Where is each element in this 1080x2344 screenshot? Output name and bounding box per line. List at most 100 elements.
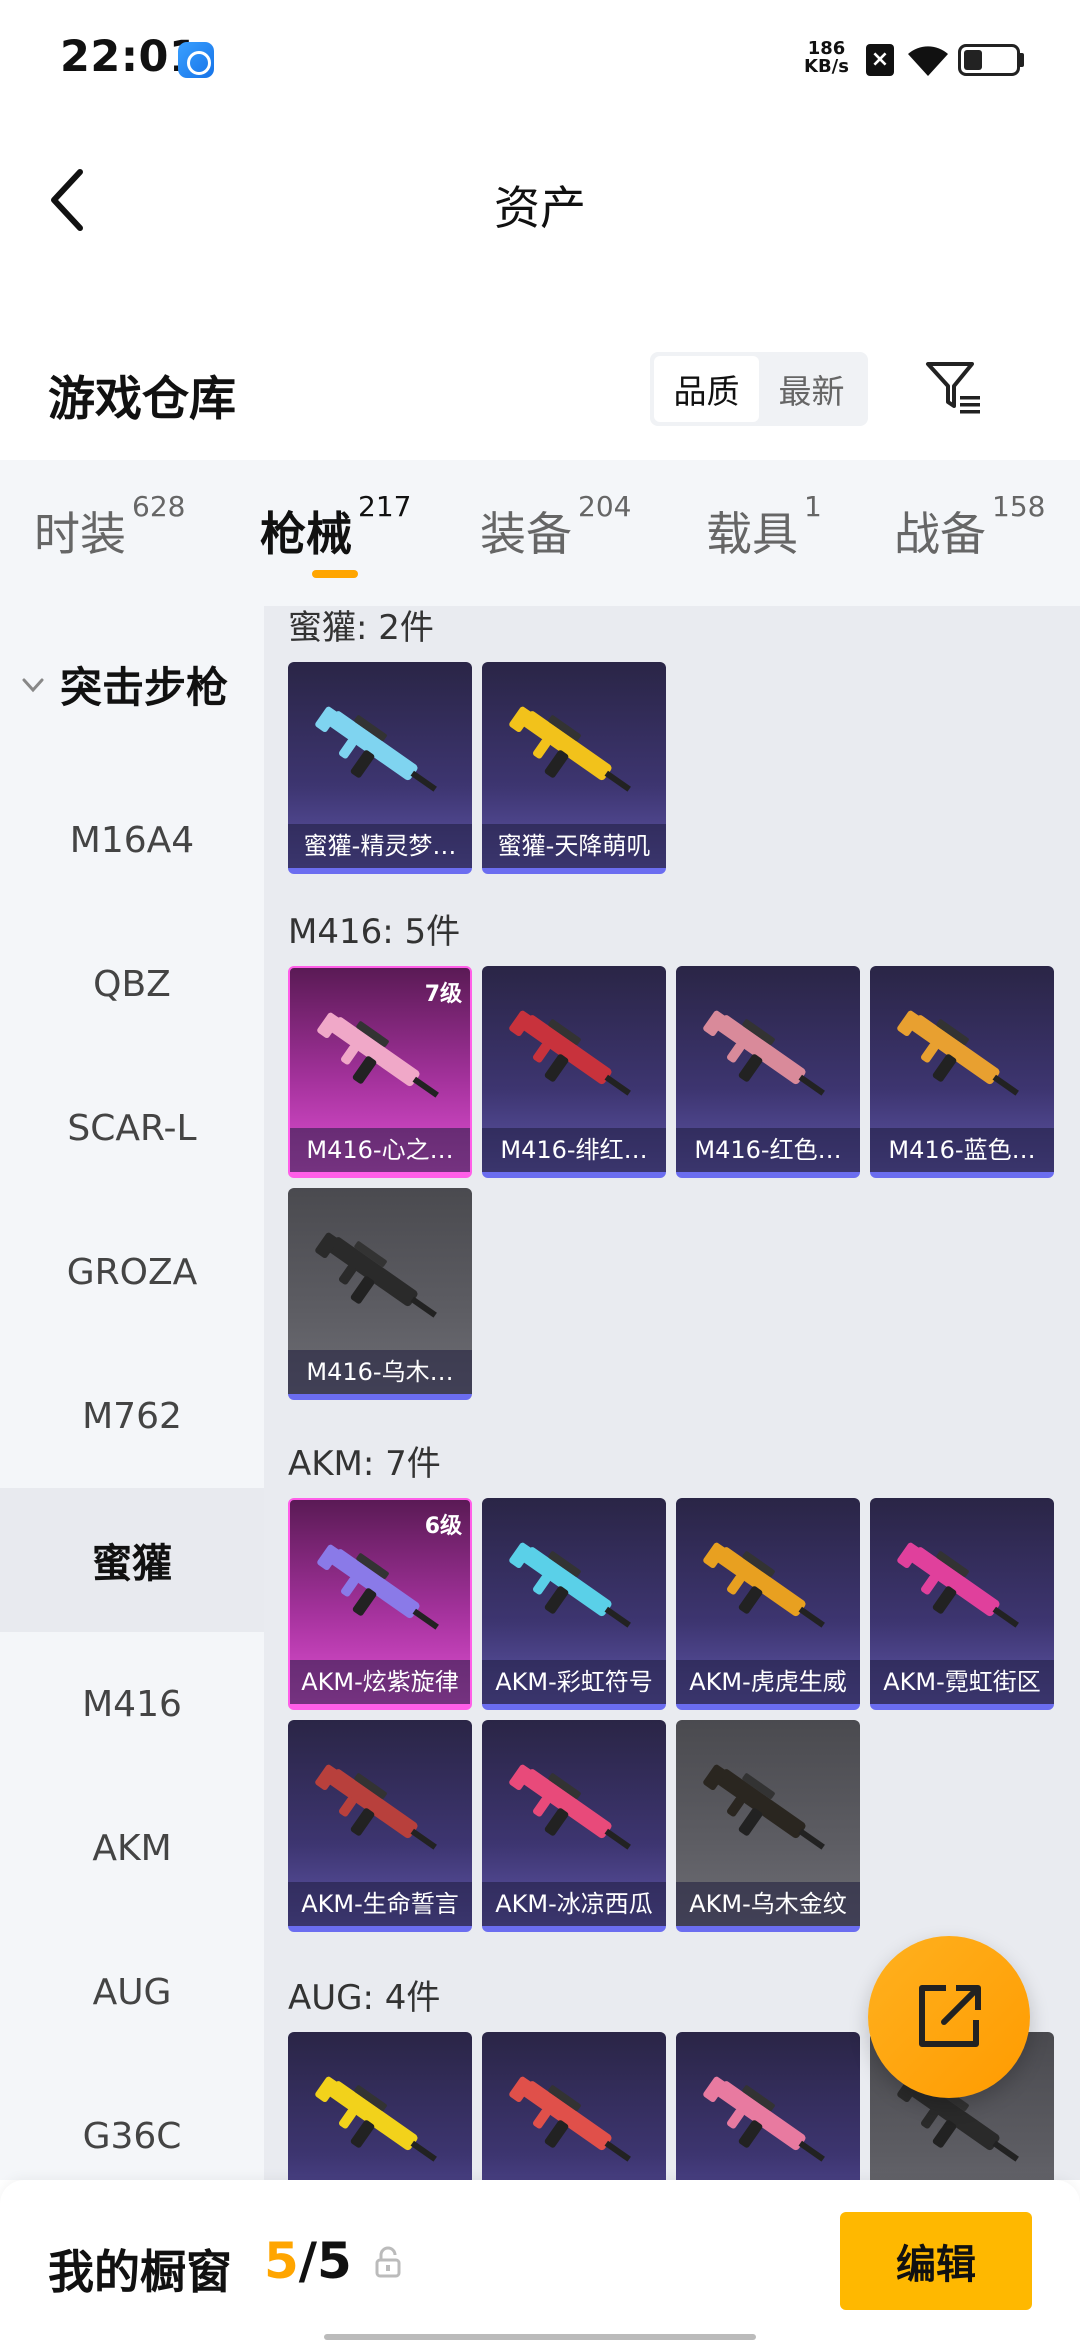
weapon-name: M416-心之…: [290, 1128, 470, 1172]
weapon-name: 蜜獾-天降萌叽: [482, 824, 666, 868]
weapon-level-badge: 7级: [424, 982, 462, 1007]
weapon-card[interactable]: M416-蓝色…: [870, 966, 1054, 1178]
weapon-name: M416-乌木…: [288, 1350, 472, 1394]
page-title: 资产: [494, 181, 586, 235]
group-title: AKM: 7件: [288, 1444, 441, 1484]
weapon-name: AKM-彩虹符号: [482, 1660, 666, 1704]
showcase-label: 我的橱窗: [48, 2245, 232, 2299]
rifle-icon: [703, 1764, 825, 1850]
rifle-icon: [315, 2076, 437, 2162]
active-tab-indicator: [312, 570, 358, 578]
showcase-count: 5/5: [264, 2232, 352, 2290]
network-speed: 186 KB/s: [804, 40, 849, 76]
sort-quality-button[interactable]: 品质: [654, 356, 759, 422]
tab-tactical-count: 158: [992, 490, 1046, 523]
warehouse-header: 游戏仓库 品质 最新: [0, 330, 1080, 460]
app-notification-icon: [178, 42, 214, 78]
sort-newest-button[interactable]: 最新: [759, 356, 864, 422]
rifle-icon: [315, 1232, 437, 1318]
weapon-card[interactable]: M416-绯红…: [482, 966, 666, 1178]
weapon-card[interactable]: AKM-冰凉西瓜: [482, 1720, 666, 1932]
weapon-name: AKM-霓虹街区: [870, 1660, 1054, 1704]
sidebar-group-assault-rifles[interactable]: 突击步枪: [20, 654, 228, 715]
bottom-bar: 我的橱窗 5/5 编辑: [0, 2180, 1080, 2344]
weapon-card[interactable]: AKM-彩虹符号: [482, 1498, 666, 1710]
weapon-card[interactable]: AKM-生命誓言: [288, 1720, 472, 1932]
sidebar-item[interactable]: AUG: [0, 1920, 264, 2064]
weapon-name: M416-红色…: [676, 1128, 860, 1172]
sidebar-item[interactable]: M16A4: [0, 768, 264, 912]
battery-icon: [958, 44, 1020, 76]
category-tabs: 时装628 枪械217 装备204 载具1 战备158: [0, 460, 1080, 606]
weapon-card[interactable]: 蜜獾-天降萌叽: [482, 662, 666, 874]
weapon-name: AKM-虎虎生威: [676, 1660, 860, 1704]
weapon-card[interactable]: 7级 M416-心之…: [288, 966, 472, 1178]
share-fab[interactable]: [868, 1936, 1030, 2098]
sidebar-item[interactable]: M416: [0, 1632, 264, 1776]
sidebar-item[interactable]: GROZA: [0, 1200, 264, 1344]
weapon-name: AKM-冰凉西瓜: [482, 1882, 666, 1926]
wifi-icon: [908, 46, 948, 76]
weapon-card[interactable]: AKM-霓虹街区: [870, 1498, 1054, 1710]
weapon-name: M416-蓝色…: [870, 1128, 1054, 1172]
weapon-type-sidebar: 突击步枪 M16A4 QBZ SCAR-L GROZA M762 蜜獾 M416 AKM AUG…: [0, 606, 264, 2180]
rifle-icon: [509, 706, 631, 792]
weapon-card[interactable]: AKM-虎虎生威: [676, 1498, 860, 1710]
weapon-name: AKM-生命誓言: [288, 1882, 472, 1926]
tab-vehicles-count: 1: [804, 490, 822, 523]
sidebar-item[interactable]: M762: [0, 1344, 264, 1488]
no-sim-icon: ×: [866, 44, 894, 76]
weapon-card[interactable]: [676, 2032, 860, 2180]
lock-icon: [375, 2246, 401, 2278]
rifle-icon: [703, 1542, 825, 1628]
rifle-icon: [703, 1010, 825, 1096]
network-speed-unit: KB/s: [804, 56, 849, 77]
weapon-card[interactable]: 蜜獾-精灵梦…: [288, 662, 472, 874]
tab-fashion-label: 时装: [34, 507, 126, 561]
rifle-icon: [317, 1544, 439, 1630]
nav-bar: 资产: [0, 124, 1080, 272]
tab-equipment[interactable]: 装备204: [480, 490, 631, 564]
tab-tactical[interactable]: 战备158: [894, 490, 1045, 564]
rifle-icon: [703, 2076, 825, 2162]
sidebar-item[interactable]: 蜜獾: [0, 1488, 264, 1632]
warehouse-title: 游戏仓库: [48, 372, 236, 427]
status-bar: 22:01 186 KB/s ×: [0, 0, 1080, 124]
weapon-card[interactable]: M416-红色…: [676, 966, 860, 1178]
weapon-card[interactable]: 6级 AKM-炫紫旋律: [288, 1498, 472, 1710]
sidebar-group-label: 突击步枪: [60, 663, 229, 712]
tab-vehicles-label: 载具: [706, 507, 798, 561]
weapon-card[interactable]: [288, 2032, 472, 2180]
tab-vehicles[interactable]: 载具1: [706, 490, 822, 564]
tab-fashion-count: 628: [132, 490, 186, 523]
tab-fashion[interactable]: 时装628: [34, 490, 185, 564]
tab-firearms-label: 枪械: [260, 507, 352, 561]
weapon-name: 蜜獾-精灵梦…: [288, 824, 472, 868]
chevron-down-icon: [22, 678, 44, 692]
tab-firearms[interactable]: 枪械217: [260, 490, 411, 564]
tab-tactical-label: 战备: [894, 507, 986, 561]
rifle-icon: [897, 1542, 1019, 1628]
weapon-card[interactable]: M416-乌木…: [288, 1188, 472, 1400]
showcase-total: /5: [298, 2232, 352, 2290]
rifle-icon: [509, 1764, 631, 1850]
weapon-card[interactable]: AKM-乌木金纹: [676, 1720, 860, 1932]
rifle-icon: [317, 1012, 439, 1098]
filter-icon[interactable]: [922, 356, 986, 420]
showcase-current: 5: [264, 2232, 299, 2290]
sidebar-item[interactable]: AKM: [0, 1776, 264, 1920]
weapon-card[interactable]: [482, 2032, 666, 2180]
tab-equipment-label: 装备: [480, 507, 572, 561]
group-title: AUG: 4件: [288, 1978, 441, 2018]
group-title: 蜜獾: 2件: [288, 608, 434, 648]
edit-button[interactable]: 编辑: [840, 2212, 1032, 2310]
sort-toggle: 品质 最新: [650, 352, 868, 426]
weapon-name: M416-绯红…: [482, 1128, 666, 1172]
rifle-icon: [315, 1764, 437, 1850]
sidebar-item[interactable]: SCAR-L: [0, 1056, 264, 1200]
rifle-icon: [897, 1010, 1019, 1096]
weapon-level-badge: 6级: [424, 1514, 462, 1539]
share-icon: [919, 1985, 981, 2047]
rifle-icon: [509, 2076, 631, 2162]
sidebar-item[interactable]: QBZ: [0, 912, 264, 1056]
